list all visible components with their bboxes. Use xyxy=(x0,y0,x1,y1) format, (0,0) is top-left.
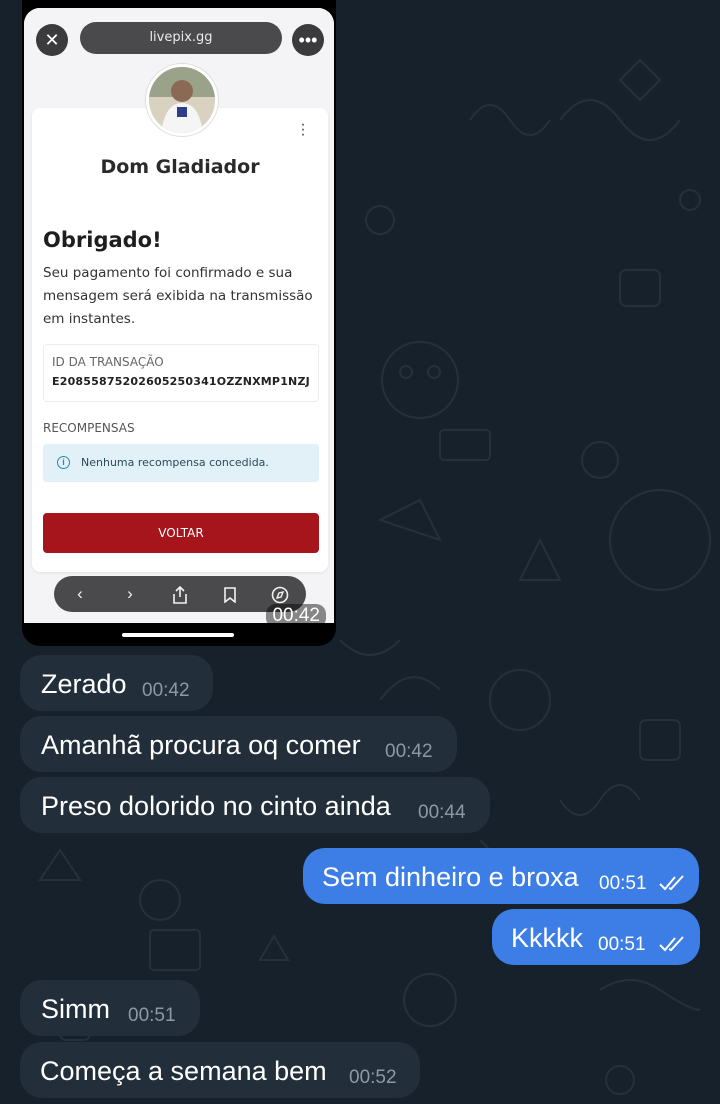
close-icon: ✕ xyxy=(36,24,68,56)
thank-you-heading: Obrigado! xyxy=(43,228,162,252)
message-text: Simm xyxy=(41,994,110,1024)
share-icon xyxy=(162,576,198,612)
transaction-label: ID DA TRANSAÇÃO xyxy=(52,355,164,369)
rewards-info-text: Nenhuma recompensa concedida. xyxy=(81,456,269,469)
transaction-id: E20855875202605250341OZZNXMP1NZJ xyxy=(52,375,310,388)
message-bubble[interactable]: Amanhã procura oq comer 00:42 xyxy=(20,716,457,772)
message-bubble[interactable]: Kkkkk 00:51 xyxy=(492,909,700,965)
confirmation-card: · · · Dom Gladiador Obrigado! Seu pagament… xyxy=(32,108,328,572)
message-text: Amanhã procura oq comer xyxy=(41,730,361,760)
message-time: 00:42 xyxy=(142,680,190,701)
message-text: Preso dolorido no cinto ainda xyxy=(41,791,391,821)
message-text: Zerado xyxy=(41,669,127,699)
transaction-box: ID DA TRANSAÇÃO E20855875202605250341OZZ… xyxy=(43,344,319,402)
bookmark-icon xyxy=(212,576,248,612)
message-text: Kkkkk xyxy=(511,923,584,953)
screenshot-image: ✕ livepix.gg ••• · · · Dom Gladiador Obrig… xyxy=(24,8,334,623)
url-bar: livepix.gg xyxy=(80,22,282,54)
back-icon: ‹ xyxy=(77,584,83,603)
message-bubble[interactable]: Preso dolorido no cinto ainda 00:44 xyxy=(20,777,490,833)
avatar xyxy=(146,64,218,136)
message-time: 00:42 xyxy=(266,604,326,628)
profile-name: Dom Gladiador xyxy=(100,156,260,178)
message-bubble[interactable]: Sem dinheiro e broxa 00:51 xyxy=(303,848,699,904)
message-bubble[interactable]: Zerado 00:42 xyxy=(20,655,213,711)
home-indicator xyxy=(122,633,234,637)
message-bubble[interactable]: Simm 00:51 xyxy=(20,980,200,1036)
message-time: 00:42 xyxy=(385,741,433,762)
rewards-info-box: i Nenhuma recompensa concedida. xyxy=(43,444,319,482)
screenshot-message[interactable]: ✕ livepix.gg ••• · · · Dom Gladiador Obrig… xyxy=(22,0,336,646)
forward-icon: › xyxy=(127,584,133,603)
read-checkmarks-icon xyxy=(659,936,684,952)
message-time: 00:51 xyxy=(128,1005,176,1026)
message-bubble[interactable]: Começa a semana bem 00:52 xyxy=(20,1042,420,1098)
read-checkmarks-icon xyxy=(659,875,684,891)
rewards-label: RECOMPENSAS xyxy=(43,421,135,435)
message-text: Começa a semana bem xyxy=(40,1056,327,1086)
info-icon: i xyxy=(57,456,70,469)
message-time: 00:44 xyxy=(418,802,466,823)
message-time: 00:51 xyxy=(599,873,647,894)
voltar-button: VOLTAR xyxy=(43,513,319,553)
message-time: 00:51 xyxy=(598,934,646,955)
more-icon: ••• xyxy=(292,24,324,56)
browser-top-bar: ✕ livepix.gg ••• xyxy=(24,8,334,70)
message-time: 00:52 xyxy=(349,1067,397,1088)
message-text: Sem dinheiro e broxa xyxy=(322,862,579,892)
confirmation-message: Seu pagamento foi confirmado e sua mensa… xyxy=(43,265,313,327)
kebab-menu-icon: · · · xyxy=(300,116,306,143)
